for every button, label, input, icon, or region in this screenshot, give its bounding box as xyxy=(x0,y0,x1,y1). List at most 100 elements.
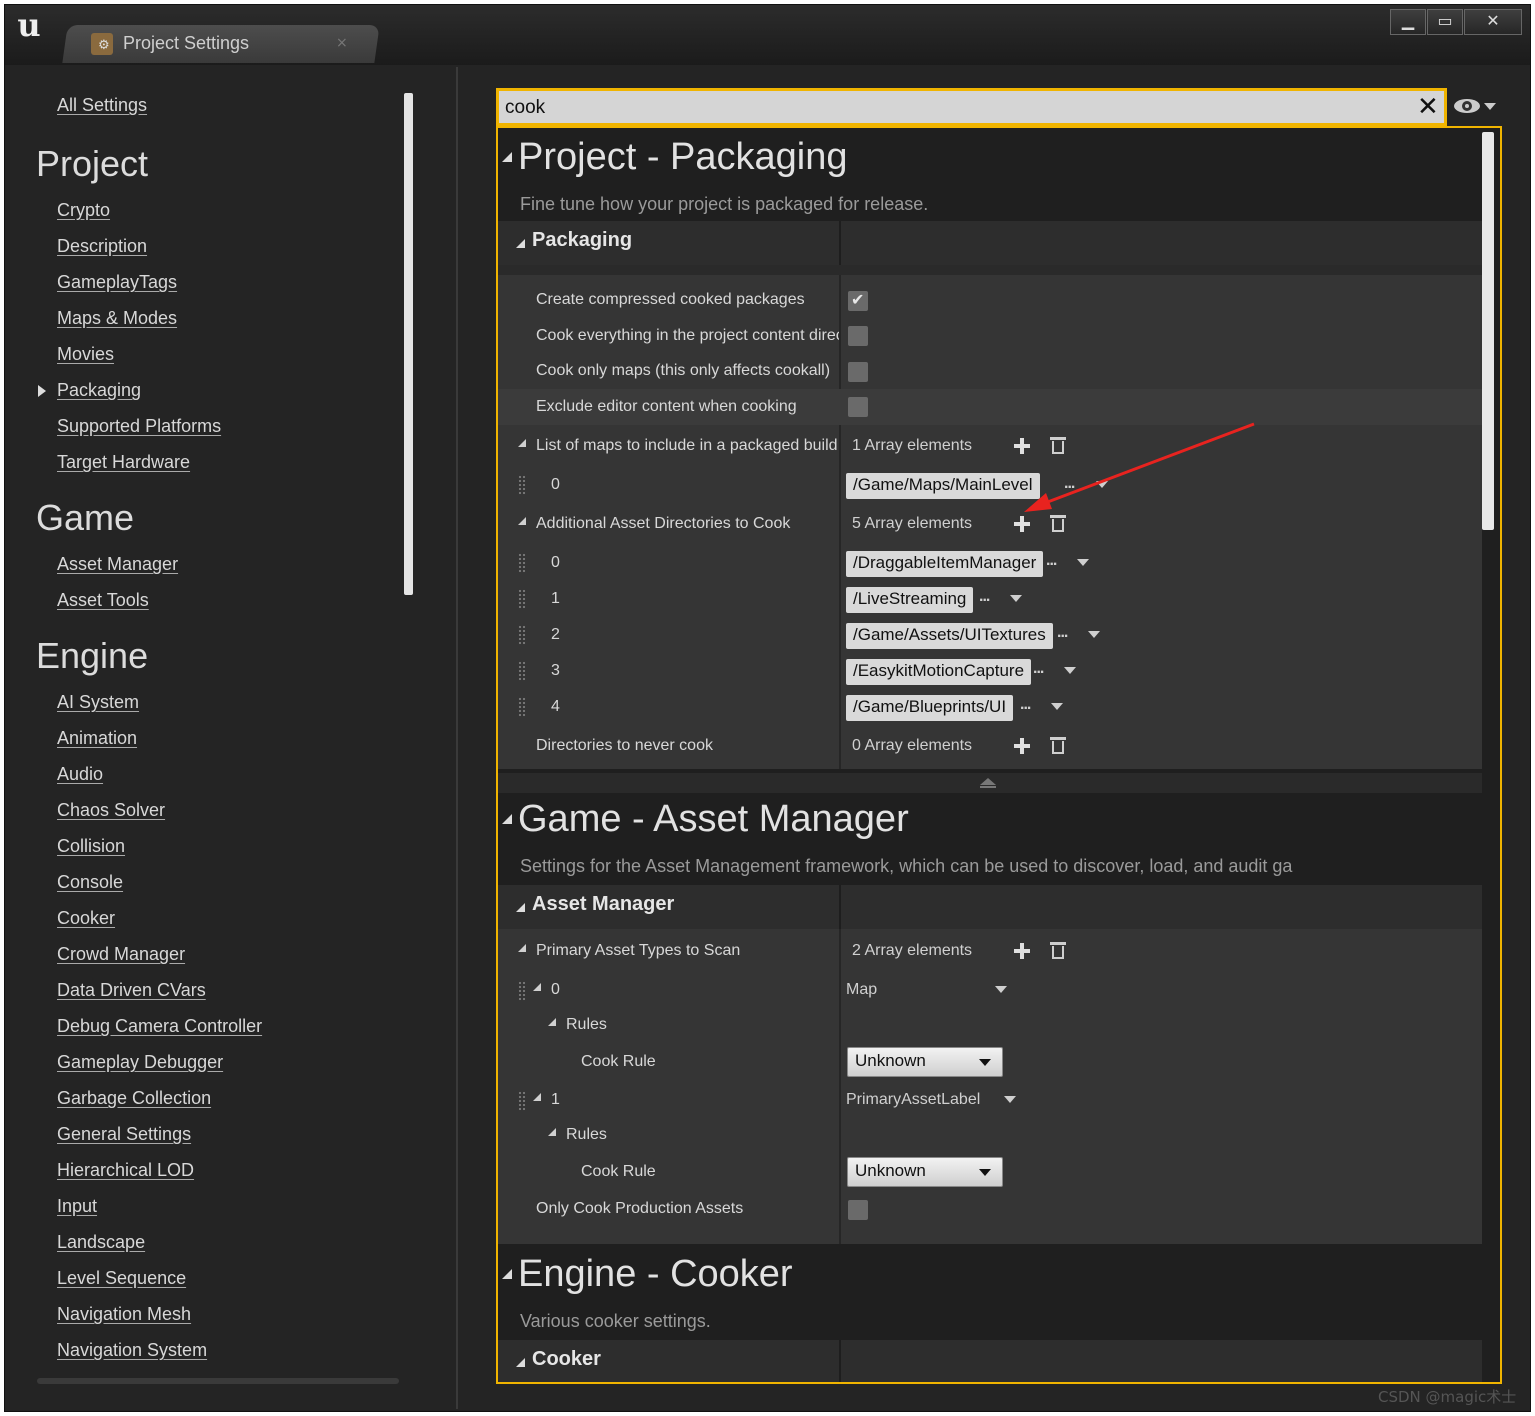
details-scrollbar[interactable] xyxy=(1482,132,1494,530)
sidebar-item-general-settings[interactable]: General Settings xyxy=(57,1124,191,1145)
browse-dots-button[interactable]: ... xyxy=(1046,552,1057,570)
add-element-icon[interactable] xyxy=(1014,738,1030,754)
sidebar-item-ai-system[interactable]: AI System xyxy=(57,692,139,713)
sidebar-item-audio[interactable]: Audio xyxy=(57,764,103,785)
sidebar-item-asset-manager[interactable]: Asset Manager xyxy=(57,554,178,575)
trash-icon[interactable] xyxy=(1050,942,1066,959)
browse-dots-button[interactable]: ... xyxy=(979,588,990,606)
section-collapse-icon[interactable] xyxy=(502,152,512,162)
sidebar-item-collision[interactable]: Collision xyxy=(57,836,125,857)
sidebar-item-landscape[interactable]: Landscape xyxy=(57,1232,145,1253)
section-collapse-bar[interactable] xyxy=(498,773,1482,793)
sidebar-item-gameplay-debugger[interactable]: Gameplay Debugger xyxy=(57,1052,223,1073)
directory-path-field[interactable]: /Game/Blueprints/UI xyxy=(846,695,1014,721)
chevron-down-icon[interactable] xyxy=(1088,631,1100,638)
sidebar-item-maps-modes[interactable]: Maps & Modes xyxy=(57,308,177,329)
sidebar-item-gameplaytags[interactable]: GameplayTags xyxy=(57,272,177,293)
drag-handle-icon[interactable] xyxy=(518,475,526,495)
trash-icon[interactable] xyxy=(1050,437,1066,454)
maximize-button[interactable]: ▭ xyxy=(1427,9,1463,35)
sidebar-item-input[interactable]: Input xyxy=(57,1196,97,1217)
sidebar-item-navigation-system[interactable]: Navigation System xyxy=(57,1340,207,1361)
category-header-asset-manager[interactable]: Asset Manager xyxy=(498,885,1482,929)
element-collapse-icon[interactable] xyxy=(533,1093,541,1101)
cook-rule-dropdown[interactable]: Unknown xyxy=(847,1157,1003,1187)
add-element-icon[interactable] xyxy=(1014,516,1030,532)
sidebar-item-chaos-solver[interactable]: Chaos Solver xyxy=(57,800,165,821)
close-window-button[interactable]: ✕ xyxy=(1464,9,1522,35)
sidebar-item-movies[interactable]: Movies xyxy=(57,344,114,365)
sidebar-item-navigation-mesh[interactable]: Navigation Mesh xyxy=(57,1304,191,1325)
trash-icon[interactable] xyxy=(1050,737,1066,754)
sidebar-item-debug-camera-controller[interactable]: Debug Camera Controller xyxy=(57,1016,262,1037)
checkbox-only-cook-production[interactable] xyxy=(848,1200,868,1220)
section-collapse-icon[interactable] xyxy=(502,1269,512,1279)
view-options-caret-icon[interactable] xyxy=(1484,103,1496,110)
drag-handle-icon[interactable] xyxy=(518,1091,526,1111)
drag-handle-icon[interactable] xyxy=(518,661,526,681)
sidebar-item-animation[interactable]: Animation xyxy=(57,728,137,749)
map-path-field[interactable]: /Game/Maps/MainLevel xyxy=(846,473,1040,499)
array-collapse-icon[interactable] xyxy=(518,944,526,952)
sidebar-item-garbage-collection[interactable]: Garbage Collection xyxy=(57,1088,211,1109)
panel-splitter[interactable] xyxy=(456,67,458,1409)
directory-path-field[interactable]: /LiveStreaming xyxy=(846,587,974,613)
sidebar-horizontal-scrollbar[interactable] xyxy=(37,1378,399,1384)
sidebar-item-description[interactable]: Description xyxy=(57,236,147,257)
drag-handle-icon[interactable] xyxy=(518,625,526,645)
search-input[interactable] xyxy=(505,94,1405,122)
chevron-down-icon[interactable] xyxy=(1077,559,1089,566)
category-collapse-icon[interactable] xyxy=(516,239,525,248)
sidebar-item-hierarchical-lod[interactable]: Hierarchical LOD xyxy=(57,1160,194,1181)
add-element-icon[interactable] xyxy=(1014,943,1030,959)
drag-handle-icon[interactable] xyxy=(518,553,526,573)
browse-dots-button[interactable]: ... xyxy=(1033,660,1044,678)
category-collapse-icon[interactable] xyxy=(516,903,525,912)
chevron-down-icon[interactable] xyxy=(1010,595,1022,602)
rules-collapse-icon[interactable] xyxy=(548,1128,556,1136)
sidebar-scrollbar[interactable] xyxy=(404,93,413,595)
sidebar-item-data-driven-cvars[interactable]: Data Driven CVars xyxy=(57,980,206,1001)
eye-icon[interactable] xyxy=(1453,97,1481,115)
directory-path-field[interactable]: /DraggableItemManager xyxy=(846,551,1044,577)
sidebar-item-crowd-manager[interactable]: Crowd Manager xyxy=(57,944,185,965)
sidebar-item-supported-platforms[interactable]: Supported Platforms xyxy=(57,416,221,437)
checkbox-create-compressed[interactable] xyxy=(848,290,868,311)
collapse-up-icon[interactable] xyxy=(980,778,996,788)
sidebar-item-console[interactable]: Console xyxy=(57,872,123,893)
checkbox-cook-everything[interactable] xyxy=(848,326,868,346)
checkbox-cook-only-maps[interactable] xyxy=(848,362,868,382)
chevron-down-icon[interactable] xyxy=(1096,481,1108,488)
directory-path-field[interactable]: /EasykitMotionCapture xyxy=(846,659,1032,685)
section-collapse-icon[interactable] xyxy=(502,814,512,824)
browse-dots-button[interactable]: ... xyxy=(1020,696,1031,714)
sidebar-item-all-settings[interactable]: All Settings xyxy=(57,95,147,116)
clear-search-icon[interactable]: ✕ xyxy=(1417,92,1439,122)
chevron-down-icon[interactable] xyxy=(995,986,1007,993)
rules-collapse-icon[interactable] xyxy=(548,1018,556,1026)
sidebar-item-packaging[interactable]: Packaging xyxy=(57,380,141,401)
array-collapse-icon[interactable] xyxy=(518,517,526,525)
chevron-down-icon[interactable] xyxy=(1051,703,1063,710)
array-collapse-icon[interactable] xyxy=(518,439,526,447)
category-collapse-icon[interactable] xyxy=(516,1358,525,1367)
tab-close-icon[interactable]: × xyxy=(336,35,348,51)
sidebar-item-asset-tools[interactable]: Asset Tools xyxy=(57,590,149,611)
element-collapse-icon[interactable] xyxy=(533,983,541,991)
category-header-packaging[interactable]: Packaging xyxy=(498,221,1482,265)
drag-handle-icon[interactable] xyxy=(518,697,526,717)
trash-icon[interactable] xyxy=(1050,515,1066,532)
directory-path-field[interactable]: /Game/Assets/UITextures xyxy=(846,623,1053,649)
sidebar-item-level-sequence[interactable]: Level Sequence xyxy=(57,1268,186,1289)
chevron-down-icon[interactable] xyxy=(1064,667,1076,674)
drag-handle-icon[interactable] xyxy=(518,589,526,609)
sidebar-item-target-hardware[interactable]: Target Hardware xyxy=(57,452,190,473)
cook-rule-dropdown[interactable]: Unknown xyxy=(847,1047,1003,1077)
minimize-button[interactable]: ▁ xyxy=(1390,9,1426,35)
add-element-icon[interactable] xyxy=(1014,438,1030,454)
sidebar-item-crypto[interactable]: Crypto xyxy=(57,200,110,221)
sidebar-item-cooker[interactable]: Cooker xyxy=(57,908,115,929)
browse-dots-button[interactable]: ... xyxy=(1064,475,1075,493)
asset-type-value[interactable]: Map xyxy=(846,981,877,999)
asset-type-value[interactable]: PrimaryAssetLabel xyxy=(846,1091,980,1109)
